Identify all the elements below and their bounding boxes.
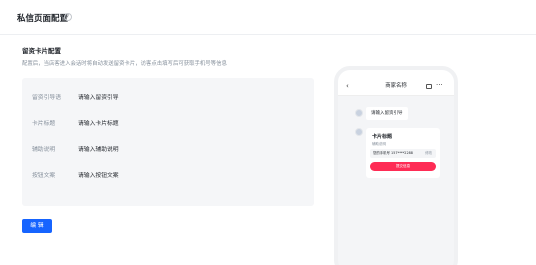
avatar: [355, 109, 363, 117]
form-row-guide: 留资引导语 请输入留资引导: [22, 92, 314, 104]
card-submit-button: 提交信息: [370, 162, 436, 171]
guide-message: 请输入留资引导: [366, 107, 408, 120]
form-label: 辅助说明: [32, 147, 56, 153]
button-text-input[interactable]: 请输入按钮文案: [78, 170, 119, 182]
form-label: 卡片标题: [32, 121, 56, 127]
phone-topbar: ‹ 商家名称 ···: [338, 70, 454, 96]
section-title: 留资卡片配置: [22, 47, 61, 55]
edit-button[interactable]: 编 辑: [22, 219, 52, 233]
form-row-button-text: 按钮文案 请输入按钮文案: [22, 170, 314, 182]
info-icon[interactable]: ?: [64, 13, 72, 21]
form-card: 留资引导语 请输入留资引导 卡片标题 请输入卡片标题 辅助说明 请输入辅助说明 …: [22, 78, 314, 206]
page-header: 私信页面配置 ?: [0, 0, 536, 35]
lead-card: 卡片标题 辅助说明 您的手机号 157****2288 修改 提交信息: [366, 128, 440, 178]
section-description: 配置后，当店客进入会话时将自动发送留资卡片，访客点击填写后可获取手机号等信息: [22, 61, 227, 67]
form-label: 留资引导语: [32, 95, 61, 101]
more-icon: ···: [436, 81, 443, 89]
phone-preview: ‹ 商家名称 ··· 请输入留资引导 卡片标题 辅助说明 您的手机号 157**…: [334, 66, 458, 265]
card-phone-row: 您的手机号 157****2288 修改: [370, 149, 436, 158]
avatar: [355, 128, 363, 136]
page-title: 私信页面配置: [17, 14, 69, 24]
store-icon: [426, 84, 432, 89]
card-description: 辅助说明: [372, 142, 386, 146]
card-title-input[interactable]: 请输入卡片标题: [78, 118, 119, 130]
card-phone-label: 您的手机号 157****2288: [373, 151, 413, 155]
card-title: 卡片标题: [372, 134, 393, 140]
form-row-description: 辅助说明 请输入辅助说明: [22, 144, 314, 156]
card-phone-edit: 修改: [425, 151, 432, 155]
form-label: 按钮文案: [32, 173, 56, 179]
description-input[interactable]: 请输入辅助说明: [78, 144, 119, 156]
form-row-card-title: 卡片标题 请输入卡片标题: [22, 118, 314, 130]
guide-input[interactable]: 请输入留资引导: [78, 92, 119, 104]
